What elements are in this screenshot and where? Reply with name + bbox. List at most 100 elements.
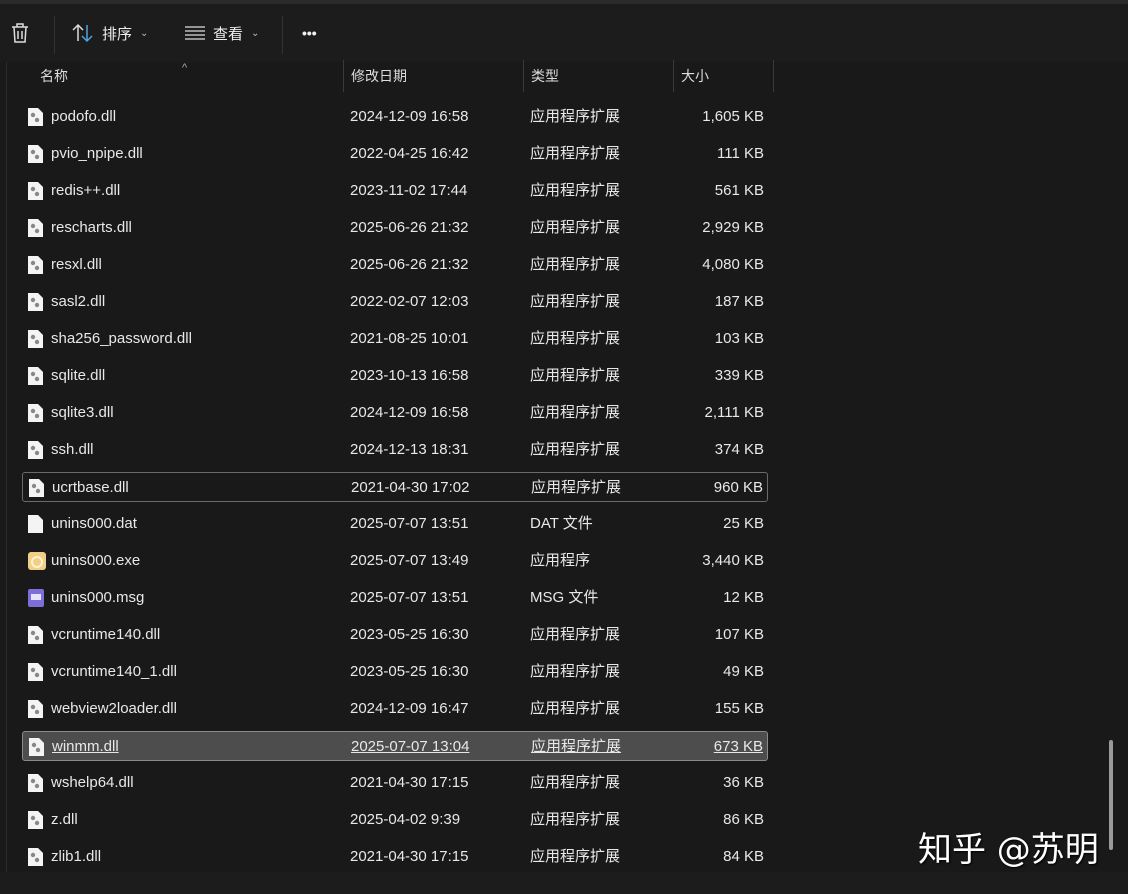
file-row[interactable]: sasl2.dll 2022-02-07 12:03 应用程序扩展 187 KB xyxy=(22,287,768,317)
dll-file-icon xyxy=(28,182,43,200)
exe-file-icon xyxy=(28,552,46,570)
file-type: 应用程序扩展 xyxy=(530,626,621,643)
dll-file-icon xyxy=(28,811,43,829)
file-size: 84 KB xyxy=(723,848,764,865)
file-date: 2024-12-09 16:58 xyxy=(350,404,469,421)
file-row[interactable]: pvio_npipe.dll 2022-04-25 16:42 应用程序扩展 1… xyxy=(22,139,768,169)
file-name: sqlite3.dll xyxy=(51,404,114,421)
file-name: podofo.dll xyxy=(51,108,117,125)
file-row[interactable]: sha256_password.dll 2021-08-25 10:01 应用程… xyxy=(22,324,768,354)
file-size: 3,440 KB xyxy=(702,552,764,569)
column-date[interactable]: 修改日期 xyxy=(351,60,407,92)
file-row[interactable]: vcruntime140_1.dll 2023-05-25 16:30 应用程序… xyxy=(22,657,768,687)
file-row[interactable]: podofo.dll 2024-12-09 16:58 应用程序扩展 1,605… xyxy=(22,102,768,132)
dll-file-icon xyxy=(28,441,43,459)
dll-file-icon xyxy=(28,848,43,866)
file-type: 应用程序扩展 xyxy=(530,367,621,384)
vertical-scrollbar[interactable] xyxy=(1109,740,1113,850)
file-type: 应用程序扩展 xyxy=(530,145,621,162)
delete-button[interactable] xyxy=(10,18,30,48)
file-row[interactable]: sqlite.dll 2023-10-13 16:58 应用程序扩展 339 K… xyxy=(22,361,768,391)
msg-file-icon xyxy=(28,589,44,607)
file-type: 应用程序扩展 xyxy=(530,848,621,865)
file-type: 应用程序扩展 xyxy=(530,663,621,680)
file-row[interactable]: rescharts.dll 2025-06-26 21:32 应用程序扩展 2,… xyxy=(22,213,768,243)
file-date: 2021-04-30 17:02 xyxy=(351,479,470,496)
file-row[interactable]: zlib1.dll 2021-04-30 17:15 应用程序扩展 84 KB xyxy=(22,842,768,872)
file-name: unins000.dat xyxy=(51,515,137,532)
file-row[interactable]: winmm.dll 2025-07-07 13:04 应用程序扩展 673 KB xyxy=(22,731,768,761)
file-size: 374 KB xyxy=(714,441,764,458)
file-row[interactable]: vcruntime140.dll 2023-05-25 16:30 应用程序扩展… xyxy=(22,620,768,650)
file-date: 2023-05-25 16:30 xyxy=(350,663,469,680)
file-size: 107 KB xyxy=(714,626,764,643)
file-name: ssh.dll xyxy=(51,441,94,458)
file-name: rescharts.dll xyxy=(51,219,132,236)
view-button[interactable]: 查看 ⌄ xyxy=(185,18,259,48)
file-type: 应用程序扩展 xyxy=(530,441,621,458)
dat-file-icon xyxy=(28,515,43,533)
file-row[interactable]: ucrtbase.dll 2021-04-30 17:02 应用程序扩展 960… xyxy=(22,472,768,502)
dll-file-icon xyxy=(28,145,43,163)
dll-file-icon xyxy=(28,700,43,718)
dll-file-icon xyxy=(28,626,43,644)
file-name: vcruntime140.dll xyxy=(51,626,161,643)
file-size: 12 KB xyxy=(723,589,764,606)
chevron-down-icon: ⌄ xyxy=(140,27,149,39)
file-date: 2023-05-25 16:30 xyxy=(350,626,469,643)
dll-file-icon xyxy=(29,738,44,756)
column-size[interactable]: 大小 xyxy=(681,60,709,92)
file-date: 2025-07-07 13:49 xyxy=(350,552,469,569)
file-row[interactable]: unins000.exe 2025-07-07 13:49 应用程序 3,440… xyxy=(22,546,768,576)
more-options-button[interactable]: ••• xyxy=(302,18,317,48)
file-name: winmm.dll xyxy=(52,738,119,755)
chevron-down-icon: ⌄ xyxy=(251,27,260,39)
file-date: 2021-04-30 17:15 xyxy=(350,848,469,865)
file-size: 561 KB xyxy=(714,182,764,199)
file-name: pvio_npipe.dll xyxy=(51,145,143,162)
file-date: 2022-04-25 16:42 xyxy=(350,145,469,162)
column-name[interactable]: 名称 xyxy=(40,60,68,92)
sort-ascending-icon: ^ xyxy=(182,62,188,74)
file-row[interactable]: unins000.dat 2025-07-07 13:51 DAT 文件 25 … xyxy=(22,509,768,539)
file-name: webview2loader.dll xyxy=(51,700,177,717)
file-type: 应用程序扩展 xyxy=(530,330,621,347)
file-row[interactable]: resxl.dll 2025-06-26 21:32 应用程序扩展 4,080 … xyxy=(22,250,768,280)
file-date: 2023-10-13 16:58 xyxy=(350,367,469,384)
file-name: sasl2.dll xyxy=(51,293,106,310)
view-label: 查看 xyxy=(213,25,244,43)
file-name: zlib1.dll xyxy=(51,848,102,865)
column-type[interactable]: 类型 xyxy=(531,60,559,92)
file-date: 2021-08-25 10:01 xyxy=(350,330,469,347)
file-type: 应用程序扩展 xyxy=(530,219,621,236)
file-row[interactable]: ssh.dll 2024-12-13 18:31 应用程序扩展 374 KB xyxy=(22,435,768,465)
file-name: resxl.dll xyxy=(51,256,102,273)
file-name: ucrtbase.dll xyxy=(52,479,129,496)
file-type: 应用程序 xyxy=(530,552,591,569)
file-row[interactable]: webview2loader.dll 2024-12-09 16:47 应用程序… xyxy=(22,694,768,724)
dll-file-icon xyxy=(29,479,44,497)
file-type: 应用程序扩展 xyxy=(530,293,621,310)
file-type: 应用程序扩展 xyxy=(531,738,622,755)
sort-button[interactable]: 排序 ⌄ xyxy=(72,18,148,48)
file-row[interactable]: sqlite3.dll 2024-12-09 16:58 应用程序扩展 2,11… xyxy=(22,398,768,428)
file-row[interactable]: unins000.msg 2025-07-07 13:51 MSG 文件 12 … xyxy=(22,583,768,613)
dll-file-icon xyxy=(28,293,43,311)
command-bar: 排序 ⌄ 查看 ⌄ ••• xyxy=(0,0,1128,62)
file-row[interactable]: wshelp64.dll 2021-04-30 17:15 应用程序扩展 36 … xyxy=(22,768,768,798)
dll-file-icon xyxy=(28,256,43,274)
file-date: 2022-02-07 12:03 xyxy=(350,293,469,310)
file-size: 86 KB xyxy=(723,811,764,828)
file-date: 2025-06-26 21:32 xyxy=(350,256,469,273)
file-size: 187 KB xyxy=(714,293,764,310)
file-date: 2025-04-02 9:39 xyxy=(350,811,461,828)
file-size: 103 KB xyxy=(714,330,764,347)
dll-file-icon xyxy=(28,219,43,237)
file-name: wshelp64.dll xyxy=(51,774,134,791)
file-row[interactable]: z.dll 2025-04-02 9:39 应用程序扩展 86 KB xyxy=(22,805,768,835)
file-row[interactable]: redis++.dll 2023-11-02 17:44 应用程序扩展 561 … xyxy=(22,176,768,206)
file-name: vcruntime140_1.dll xyxy=(51,663,177,680)
file-type: 应用程序扩展 xyxy=(530,700,621,717)
file-date: 2023-11-02 17:44 xyxy=(350,182,468,199)
file-date: 2025-06-26 21:32 xyxy=(350,219,469,236)
